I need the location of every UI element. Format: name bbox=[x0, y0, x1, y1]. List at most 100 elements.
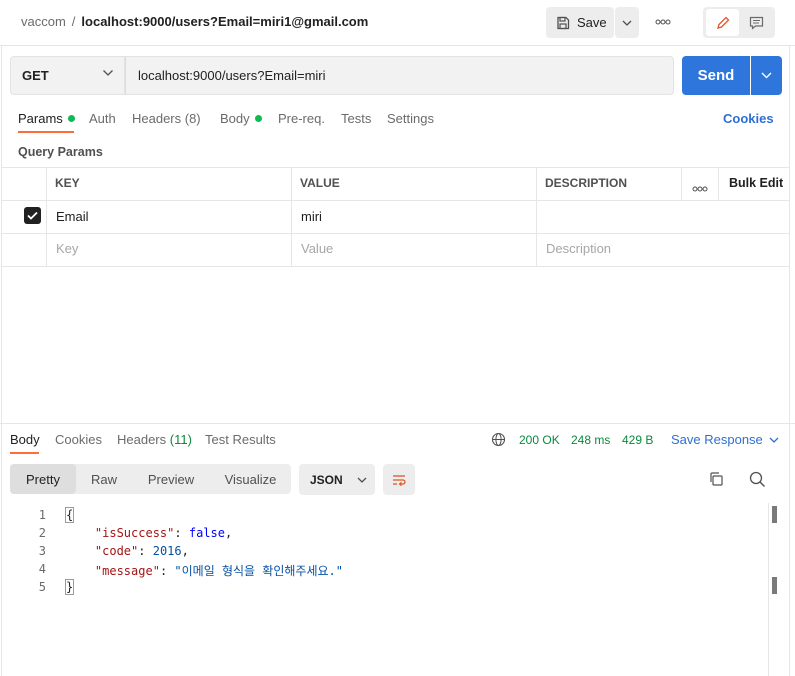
code-line[interactable]: { bbox=[64, 507, 75, 523]
body-indicator-dot bbox=[254, 115, 262, 122]
tab-params[interactable]: Params bbox=[18, 111, 75, 126]
method-select[interactable]: GET bbox=[10, 56, 125, 95]
tab-tests[interactable]: Tests bbox=[341, 111, 371, 126]
table-col-divider bbox=[46, 167, 47, 267]
copy-icon[interactable] bbox=[708, 471, 724, 490]
comment-icon bbox=[749, 16, 763, 30]
json-value: "이메일 형식을 확인해주세요." bbox=[174, 564, 343, 578]
line-number: 1 bbox=[38, 508, 46, 522]
save-button[interactable]: Save bbox=[546, 7, 614, 38]
table-border-header bbox=[1, 200, 790, 201]
checkmark-icon bbox=[27, 211, 38, 220]
new-param-description-input[interactable]: Description bbox=[546, 241, 611, 256]
param-key-cell[interactable]: Email bbox=[56, 209, 89, 224]
table-col-divider bbox=[536, 167, 537, 267]
code-line[interactable]: "message": "이메일 형식을 확인해주세요." bbox=[66, 562, 343, 579]
save-response-label: Save Response bbox=[671, 432, 763, 447]
tab-settings[interactable]: Settings bbox=[387, 111, 434, 126]
json-key: "code" bbox=[94, 544, 139, 558]
bulk-edit-button[interactable]: Bulk Edit bbox=[729, 176, 783, 190]
more-horizontal-icon bbox=[655, 19, 671, 25]
column-header-key: KEY bbox=[55, 176, 80, 190]
table-border-bottom bbox=[1, 266, 790, 267]
wrap-lines-button[interactable] bbox=[383, 464, 415, 495]
table-col-divider bbox=[291, 167, 292, 267]
chevron-down-icon bbox=[769, 437, 779, 443]
globe-icon[interactable] bbox=[491, 432, 506, 450]
panel-right-border bbox=[789, 46, 790, 676]
workspace-name[interactable]: vaccom bbox=[21, 14, 66, 29]
param-value-cell[interactable]: miri bbox=[301, 209, 322, 224]
url-input[interactable]: localhost:9000/users?Email=miri bbox=[125, 56, 674, 95]
save-response-button[interactable]: Save Response bbox=[671, 432, 779, 447]
more-options-button[interactable] bbox=[650, 8, 676, 36]
line-number: 4 bbox=[38, 562, 46, 576]
code-line[interactable]: } bbox=[64, 579, 75, 595]
new-param-value-input[interactable]: Value bbox=[301, 241, 333, 256]
response-size[interactable]: 429 B bbox=[622, 433, 653, 447]
line-number: 3 bbox=[38, 544, 46, 558]
active-response-tab-indicator bbox=[10, 452, 39, 454]
editor-scrollbar-track bbox=[768, 503, 769, 676]
response-tab-cookies[interactable]: Cookies bbox=[55, 432, 102, 447]
code-line[interactable]: "isSuccess": false, bbox=[66, 526, 232, 540]
view-preview[interactable]: Preview bbox=[132, 464, 210, 494]
response-status[interactable]: 200 OK bbox=[519, 433, 560, 447]
params-indicator-dot bbox=[67, 115, 75, 122]
json-key: "message" bbox=[94, 564, 160, 578]
chevron-down-icon bbox=[622, 20, 632, 26]
method-label: GET bbox=[22, 68, 49, 83]
active-tab-indicator bbox=[18, 131, 74, 133]
save-options-button[interactable] bbox=[615, 7, 639, 38]
response-tab-headers-label: Headers bbox=[117, 432, 167, 447]
tab-params-label: Params bbox=[18, 111, 63, 126]
tab-headers[interactable]: Headers (8) bbox=[132, 111, 201, 126]
param-enabled-checkbox[interactable] bbox=[24, 207, 41, 224]
request-name[interactable]: localhost:9000/users?Email=miri1@gmail.c… bbox=[81, 14, 368, 29]
wrap-lines-icon bbox=[393, 474, 406, 486]
format-label: JSON bbox=[310, 472, 343, 487]
editor-scrollbar-marker[interactable] bbox=[772, 577, 777, 594]
tab-body[interactable]: Body bbox=[220, 111, 262, 126]
panel-left-border bbox=[1, 46, 2, 676]
json-close-brace: } bbox=[64, 579, 75, 595]
line-number: 2 bbox=[38, 526, 46, 540]
json-value: false bbox=[188, 526, 225, 540]
comments-button[interactable] bbox=[740, 9, 772, 36]
code-line[interactable]: "code": 2016, bbox=[66, 544, 189, 558]
new-param-key-input[interactable]: Key bbox=[56, 241, 78, 256]
chevron-down-icon bbox=[103, 70, 113, 76]
chevron-down-icon bbox=[357, 477, 367, 483]
column-header-value: VALUE bbox=[300, 176, 340, 190]
cookies-link[interactable]: Cookies bbox=[723, 111, 774, 126]
table-border-row bbox=[1, 233, 790, 234]
table-col-divider bbox=[681, 167, 682, 201]
tab-prereq[interactable]: Pre-req. bbox=[278, 111, 325, 126]
table-options-button[interactable] bbox=[692, 180, 708, 195]
format-select[interactable]: JSON bbox=[299, 464, 375, 495]
save-label: Save bbox=[577, 15, 607, 30]
response-tab-body[interactable]: Body bbox=[10, 432, 40, 447]
send-button[interactable]: Send bbox=[682, 56, 750, 95]
view-raw[interactable]: Raw bbox=[76, 464, 132, 494]
response-pane-divider[interactable] bbox=[0, 423, 795, 424]
response-tab-test-results[interactable]: Test Results bbox=[205, 432, 276, 447]
line-number: 5 bbox=[38, 580, 46, 594]
column-header-description: DESCRIPTION bbox=[545, 176, 628, 190]
edit-mode-button[interactable] bbox=[706, 9, 739, 36]
search-icon[interactable] bbox=[749, 471, 766, 491]
editor-scrollbar-marker[interactable] bbox=[772, 506, 777, 523]
table-col-divider bbox=[718, 167, 719, 201]
response-time[interactable]: 248 ms bbox=[571, 433, 610, 447]
query-params-title: Query Params bbox=[18, 145, 103, 159]
response-headers-count: (11) bbox=[169, 432, 192, 447]
breadcrumb: vaccom / localhost:9000/users?Email=miri1@… bbox=[21, 14, 368, 29]
tab-body-label: Body bbox=[220, 111, 250, 126]
response-tab-headers[interactable]: Headers (11) bbox=[117, 432, 192, 447]
chevron-down-icon bbox=[761, 72, 772, 79]
send-options-button[interactable] bbox=[751, 56, 782, 95]
tab-auth[interactable]: Auth bbox=[89, 111, 116, 126]
view-visualize[interactable]: Visualize bbox=[210, 464, 291, 494]
pencil-icon bbox=[716, 16, 729, 29]
view-pretty[interactable]: Pretty bbox=[10, 464, 76, 494]
